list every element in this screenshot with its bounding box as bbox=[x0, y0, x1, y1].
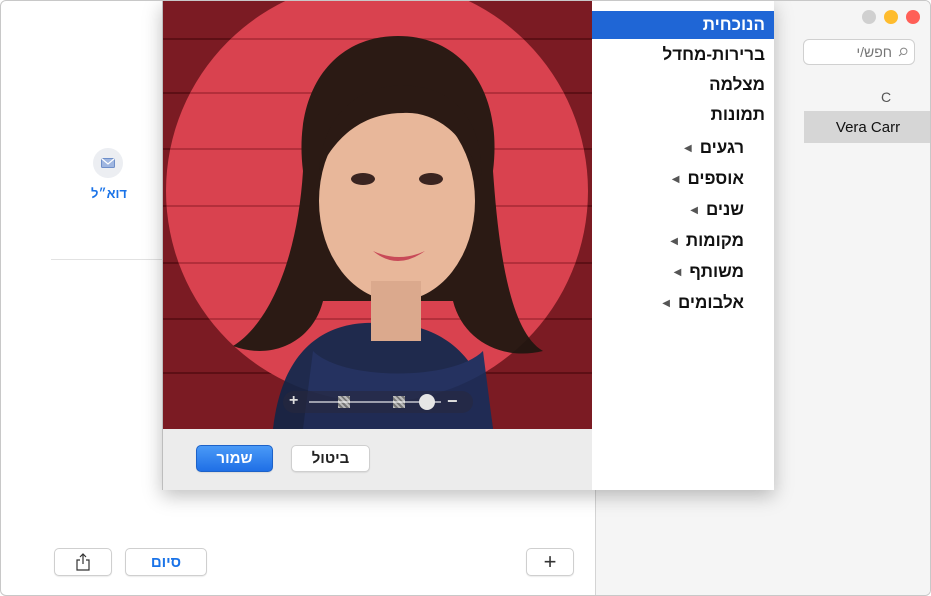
search-icon bbox=[898, 47, 908, 57]
contact-list-item[interactable]: Vera Carr bbox=[804, 111, 930, 143]
menu-item-current[interactable]: הנוכחית bbox=[592, 11, 774, 39]
minimize-button[interactable] bbox=[884, 10, 898, 24]
menu-item-years[interactable]: שנים ◀ bbox=[592, 196, 774, 224]
menu-item-defaults[interactable]: ברירות-מחדל bbox=[592, 41, 774, 69]
menu-item-collections[interactable]: אוספים ◀ bbox=[592, 165, 774, 193]
zoom-slider[interactable]: + − bbox=[283, 391, 473, 413]
disclosure-triangle-icon[interactable]: ◀ bbox=[674, 267, 682, 278]
window-controls bbox=[862, 10, 920, 24]
menu-item-label: שנים bbox=[705, 200, 744, 219]
menu-item-shared[interactable]: משותף ◀ bbox=[592, 258, 774, 286]
share-icon bbox=[76, 553, 90, 571]
menu-item-label: משותף bbox=[689, 262, 744, 281]
save-button[interactable]: שמור bbox=[196, 445, 273, 472]
menu-item-places[interactable]: מקומות ◀ bbox=[592, 227, 774, 255]
zoom-button[interactable] bbox=[862, 10, 876, 24]
menu-item-albums[interactable]: אלבומים ◀ bbox=[592, 289, 774, 317]
envelope-icon bbox=[101, 158, 115, 168]
done-button[interactable]: סיום bbox=[125, 548, 207, 576]
menu-item-label: תמונות bbox=[710, 105, 765, 124]
menu-item-label: מקומות bbox=[685, 231, 744, 250]
menu-item-moments[interactable]: רגעים ◀ bbox=[592, 134, 774, 162]
photo-picker-popover: + − הנוכחית ברירות-מחדל מצלמה תמונות רגע… bbox=[162, 1, 774, 490]
disclosure-triangle-icon[interactable]: ◀ bbox=[684, 143, 692, 154]
zoom-knob[interactable] bbox=[419, 394, 435, 410]
disclosure-triangle-icon[interactable]: ◀ bbox=[662, 298, 670, 309]
add-button[interactable]: + bbox=[526, 548, 574, 576]
menu-item-label: מצלמה bbox=[709, 75, 765, 94]
menu-item-label: הנוכחית bbox=[702, 15, 765, 34]
contact-photo[interactable] bbox=[163, 1, 592, 429]
menu-item-label: רגעים bbox=[699, 138, 744, 157]
contacts-window: C Vera Carr דוא״ל סיום + bbox=[0, 0, 931, 596]
menu-item-label: אלבומים bbox=[677, 293, 744, 312]
email-button[interactable] bbox=[93, 148, 123, 178]
menu-item-camera[interactable]: מצלמה bbox=[592, 71, 774, 99]
email-label[interactable]: דוא״ל bbox=[87, 186, 131, 201]
disclosure-triangle-icon[interactable]: ◀ bbox=[670, 236, 678, 247]
close-button[interactable] bbox=[906, 10, 920, 24]
search-input[interactable] bbox=[810, 43, 894, 61]
menu-item-label: אוספים bbox=[687, 169, 744, 188]
share-button[interactable] bbox=[54, 548, 112, 576]
disclosure-triangle-icon[interactable]: ◀ bbox=[672, 174, 680, 185]
disclosure-triangle-icon[interactable]: ◀ bbox=[690, 205, 698, 216]
photo-source-menu: הנוכחית ברירות-מחדל מצלמה תמונות רגעים ◀… bbox=[592, 1, 774, 490]
menu-item-photos[interactable]: תמונות bbox=[592, 101, 774, 129]
menu-item-label: ברירות-מחדל bbox=[662, 45, 765, 64]
section-header: C bbox=[881, 89, 892, 105]
cancel-button[interactable]: ביטול bbox=[291, 445, 370, 472]
zoom-minus-icon[interactable]: − bbox=[447, 391, 458, 412]
search-field[interactable] bbox=[803, 39, 915, 65]
photo-crop-area[interactable]: + − bbox=[163, 1, 592, 429]
zoom-plus-icon[interactable]: + bbox=[289, 392, 298, 410]
